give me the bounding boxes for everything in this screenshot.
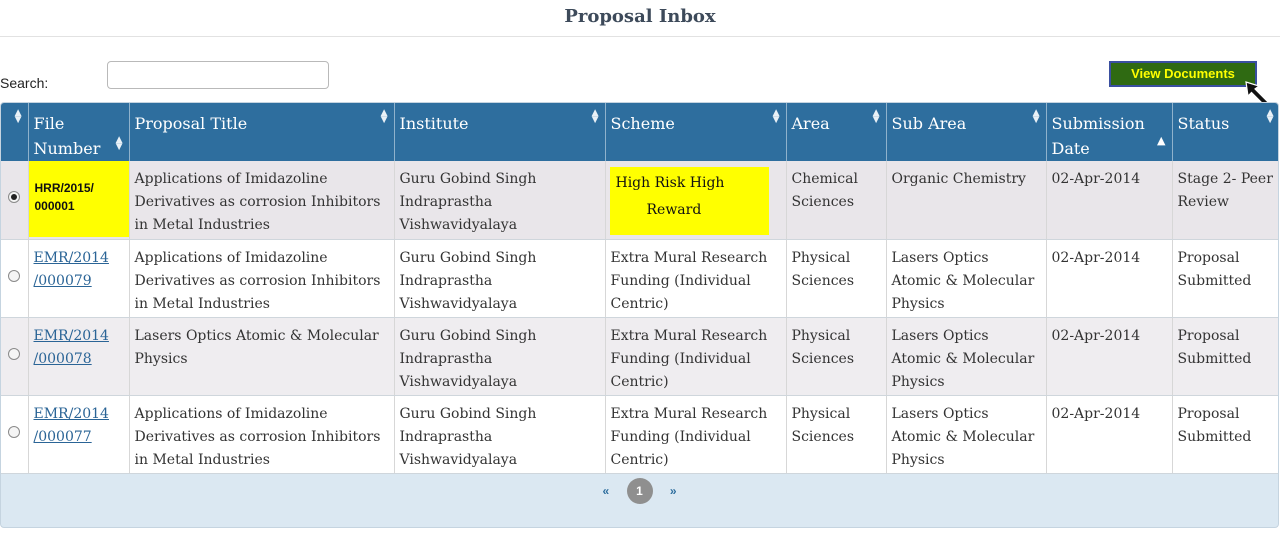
scheme-cell: Extra Mural Research Funding (Individual… — [605, 317, 787, 396]
status-cell: Proposal Submitted — [1172, 317, 1278, 396]
area-cell: Physical Sciences — [786, 395, 887, 474]
file-number-cell[interactable]: EMR/2014 /000077 — [28, 395, 130, 474]
sort-icon: ▲ ▼ — [1032, 108, 1040, 125]
table-row[interactable]: HRR/2015/ 000001 Applications of Imidazo… — [1, 161, 1278, 240]
file-number-link[interactable]: EMR/2014 /000077 — [34, 406, 109, 445]
scheme-cell: Extra Mural Research Funding (Individual… — [605, 239, 787, 318]
file-number-cell[interactable]: EMR/2014 /000079 — [28, 239, 130, 318]
institute-cell: Guru Gobind Singh Indraprastha Vishwavid… — [394, 239, 606, 318]
next-page-button[interactable]: » — [670, 477, 677, 505]
sort-icon: ▲ ▼ — [872, 108, 880, 125]
row-radio[interactable] — [8, 269, 21, 282]
submission-date-cell: 02-Apr-2014 — [1046, 239, 1173, 318]
page-1-button[interactable]: 1 — [626, 478, 653, 504]
file-number-link[interactable]: EMR/2014 /000078 — [34, 328, 109, 367]
institute-cell: Guru Gobind Singh Indraprastha Vishwavid… — [394, 317, 606, 396]
column-header-file-number[interactable]: File Number ▲ ▼ — [28, 103, 130, 161]
column-header-status[interactable]: Status ▲ ▼ — [1172, 103, 1278, 161]
row-radio[interactable] — [8, 347, 21, 360]
page-title: Proposal Inbox — [0, 0, 1280, 37]
row-radio[interactable] — [8, 191, 21, 204]
sort-icon: ▲ ▼ — [772, 108, 780, 125]
sort-icon: ▲ ▼ — [14, 108, 22, 125]
file-number-link[interactable]: EMR/2014 /000079 — [34, 250, 109, 289]
submission-date-cell: 02-Apr-2014 — [1046, 317, 1173, 396]
status-cell: Stage 2- Peer Review — [1172, 161, 1278, 240]
file-number-link[interactable]: HRR/2015/ 000001 — [28, 161, 128, 237]
area-cell: Physical Sciences — [786, 239, 887, 318]
proposal-title-cell: Applications of Imidazoline Derivatives … — [129, 239, 395, 318]
submission-date-cell: 02-Apr-2014 — [1046, 161, 1173, 240]
status-cell: Proposal Submitted — [1172, 395, 1278, 474]
proposal-table: ▲ ▼ File Number ▲ ▼ Proposal Title ▲ ▼ Instit… — [1, 103, 1278, 474]
row-select-cell[interactable] — [1, 395, 29, 474]
view-documents-button[interactable]: View Documents — [1109, 61, 1257, 87]
table-header-row: ▲ ▼ File Number ▲ ▼ Proposal Title ▲ ▼ Instit… — [1, 103, 1278, 161]
sub-area-cell: Lasers Optics Atomic & Molecular Physics — [886, 239, 1047, 318]
file-number-cell[interactable]: HRR/2015/ 000001 — [28, 161, 130, 240]
proposal-title-cell: Applications of Imidazoline Derivatives … — [129, 395, 395, 474]
previous-page-button[interactable]: « — [602, 477, 609, 505]
scheme-highlight: High Risk High Reward — [609, 167, 769, 235]
column-header-sub-area[interactable]: Sub Area ▲ ▼ — [886, 103, 1047, 161]
row-select-cell[interactable] — [1, 161, 29, 240]
row-radio[interactable] — [8, 425, 21, 438]
scheme-cell: Extra Mural Research Funding (Individual… — [605, 395, 787, 474]
sub-area-cell: Lasers Optics Atomic & Molecular Physics — [886, 317, 1047, 396]
scheme-cell: High Risk High Reward — [605, 161, 787, 240]
sort-icon: ▲ ▼ — [115, 135, 123, 152]
proposal-grid: ▲ ▼ File Number ▲ ▼ Proposal Title ▲ ▼ Instit… — [0, 102, 1279, 528]
row-select-cell[interactable] — [1, 317, 29, 396]
sort-icon: ▲ ▼ — [1266, 108, 1274, 125]
sub-area-cell: Lasers Optics Atomic & Molecular Physics — [886, 395, 1047, 474]
institute-cell: Guru Gobind Singh Indraprastha Vishwavid… — [394, 161, 606, 240]
row-select-cell[interactable] — [1, 239, 29, 318]
area-cell: Physical Sciences — [786, 317, 887, 396]
column-header-institute[interactable]: Institute ▲ ▼ — [394, 103, 606, 161]
proposal-title-cell: Lasers Optics Atomic & Molecular Physics — [129, 317, 395, 396]
search-input[interactable] — [107, 61, 329, 89]
column-header-proposal-title[interactable]: Proposal Title ▲ ▼ — [129, 103, 395, 161]
institute-cell: Guru Gobind Singh Indraprastha Vishwavid… — [394, 395, 606, 474]
sort-icon: ▲ ▼ — [380, 108, 388, 125]
status-cell: Proposal Submitted — [1172, 239, 1278, 318]
column-header-scheme[interactable]: Scheme ▲ ▼ — [605, 103, 787, 161]
column-header-area[interactable]: Area ▲ ▼ — [786, 103, 887, 161]
column-header-submission-date[interactable]: Submission Date ▲ — [1046, 103, 1173, 161]
area-cell: Chemical Sciences — [786, 161, 887, 240]
table-row[interactable]: EMR/2014 /000078 Lasers Optics Atomic & … — [1, 317, 1278, 396]
select-column-header[interactable]: ▲ ▼ — [1, 103, 29, 161]
table-row[interactable]: EMR/2014 /000077 Applications of Imidazo… — [1, 395, 1278, 474]
sort-asc-icon: ▲ — [1157, 134, 1166, 147]
sort-icon: ▲ ▼ — [591, 108, 599, 125]
proposal-title-cell: Applications of Imidazoline Derivatives … — [129, 161, 395, 240]
submission-date-cell: 02-Apr-2014 — [1046, 395, 1173, 474]
table-row[interactable]: EMR/2014 /000079 Applications of Imidazo… — [1, 239, 1278, 318]
pagination: « 1 » — [1, 477, 1278, 527]
search-label: Search: — [0, 75, 49, 91]
sub-area-cell: Organic Chemistry — [886, 161, 1047, 240]
file-number-cell[interactable]: EMR/2014 /000078 — [28, 317, 130, 396]
